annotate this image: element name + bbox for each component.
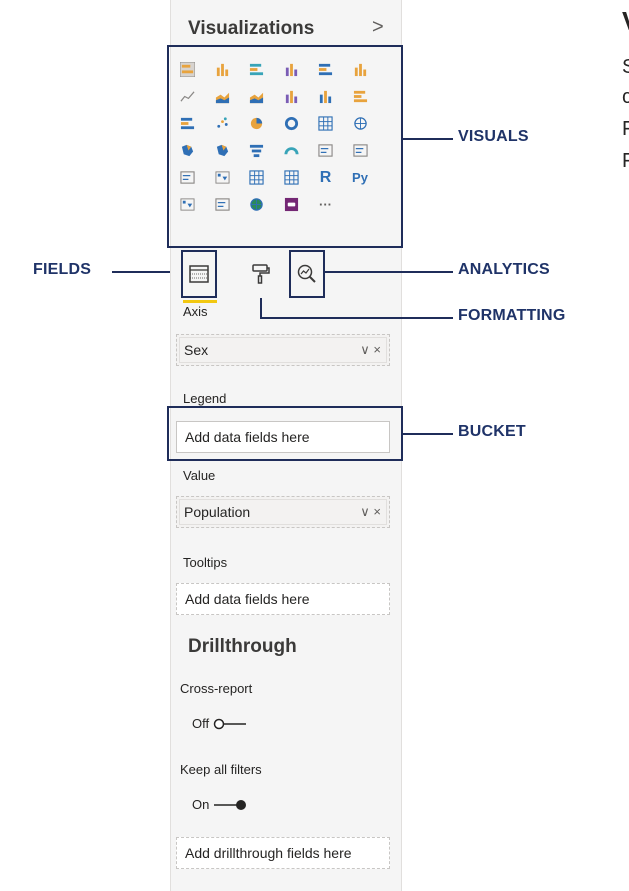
value-label: Value (183, 468, 216, 483)
fields-callout: FIELDS (33, 261, 92, 278)
map-icon[interactable] (353, 116, 368, 131)
formatting-callout-line (260, 317, 453, 319)
treemap-icon[interactable] (318, 116, 333, 131)
pie-icon[interactable] (249, 116, 264, 131)
clipped-text-1: S (622, 56, 629, 78)
clipped-text-3: F (622, 118, 629, 140)
collapse-chevron-icon[interactable]: > (372, 16, 384, 39)
stacked-column-icon[interactable] (215, 62, 230, 77)
shape-map-icon[interactable] (215, 143, 230, 158)
fields-icon (189, 265, 209, 283)
donut-icon[interactable] (284, 116, 299, 131)
tab-fields[interactable] (181, 250, 217, 298)
r-visual-icon[interactable]: R (318, 169, 333, 186)
tab-format[interactable] (242, 250, 278, 298)
python-visual-icon[interactable]: Py (352, 170, 368, 185)
bucket-callout: BUCKET (458, 423, 526, 440)
cross-report-state: Off (192, 716, 210, 731)
bucket-highlight-box (167, 406, 403, 461)
formatting-callout-vline (260, 298, 262, 319)
axis-field-actions[interactable]: ∨ × (360, 342, 381, 358)
clipped-text-2: c (622, 86, 629, 108)
value-well[interactable]: Population ∨ × (176, 496, 390, 528)
axis-well[interactable]: Sex ∨ × (176, 334, 390, 366)
table-icon[interactable] (249, 170, 264, 185)
line-chart-icon[interactable] (180, 89, 195, 104)
qa-icon[interactable] (214, 197, 230, 212)
drillthrough-title: Drillthrough (188, 636, 297, 657)
waterfall-icon[interactable] (180, 116, 195, 131)
area-chart-icon[interactable] (215, 89, 230, 104)
tooltips-placeholder: Add data fields here (185, 591, 310, 607)
100pct-column-icon[interactable] (353, 62, 368, 77)
ribbon-chart-icon[interactable] (353, 89, 368, 104)
key-influencers-icon[interactable] (180, 197, 195, 212)
fields-callout-line (112, 271, 170, 273)
analytics-callout: ANALYTICS (458, 261, 550, 278)
value-field-actions[interactable]: ∨ × (360, 504, 381, 520)
toggle-on-icon (214, 799, 247, 810)
more-visuals-icon[interactable]: ··· (318, 197, 333, 212)
keep-filters-state: On (192, 797, 210, 812)
format-paint-roller-icon (252, 264, 270, 284)
keep-filters-toggle[interactable]: On (192, 797, 247, 812)
legend-label: Legend (183, 391, 227, 406)
clipped-heading: V (622, 6, 629, 37)
active-tab-indicator (183, 300, 217, 303)
custom-visual-icon[interactable] (284, 197, 299, 212)
line-clustered-column-icon[interactable] (318, 89, 333, 104)
axis-label: Axis (183, 304, 208, 319)
analytics-callout-line (325, 271, 453, 273)
clipped-text-4: F (622, 150, 629, 172)
axis-field-pill[interactable]: Sex (184, 342, 208, 358)
visuals-callout-line (403, 138, 453, 140)
value-field-pill[interactable]: Population (184, 504, 250, 520)
tooltips-label: Tooltips (183, 555, 228, 570)
drillthrough-well[interactable]: Add drillthrough fields here (176, 837, 390, 869)
arcgis-icon[interactable] (249, 197, 264, 212)
card-icon[interactable] (318, 143, 333, 158)
drillthrough-placeholder: Add drillthrough fields here (185, 845, 352, 861)
stacked-area-icon[interactable] (249, 89, 264, 104)
stacked-bar-icon[interactable] (180, 62, 195, 77)
tooltips-well[interactable]: Add data fields here (176, 583, 390, 615)
slicer-icon[interactable] (214, 170, 230, 185)
scatter-icon[interactable] (215, 116, 230, 131)
line-column-icon[interactable] (284, 89, 299, 104)
clustered-column-icon[interactable] (284, 62, 299, 77)
toggle-off-icon (213, 718, 247, 729)
funnel-icon[interactable] (249, 143, 264, 158)
cross-report-label: Cross-report (180, 681, 253, 696)
visuals-callout: VISUALS (458, 128, 529, 145)
cross-report-toggle[interactable]: Off (192, 716, 247, 731)
kpi-icon[interactable] (180, 170, 195, 185)
100pct-bar-icon[interactable] (318, 62, 333, 77)
keep-filters-label: Keep all filters (180, 762, 262, 777)
gauge-icon[interactable] (283, 143, 299, 158)
bucket-callout-line (403, 433, 453, 435)
pane-title: Visualizations (188, 18, 315, 39)
filled-map-icon[interactable] (180, 143, 195, 158)
multirow-card-icon[interactable] (352, 143, 368, 158)
formatting-callout: FORMATTING (458, 307, 566, 324)
matrix-icon[interactable] (283, 170, 299, 185)
analytics-magnifier-icon (297, 264, 316, 283)
tab-analytics[interactable] (289, 250, 325, 298)
clustered-bar-icon[interactable] (249, 62, 264, 77)
